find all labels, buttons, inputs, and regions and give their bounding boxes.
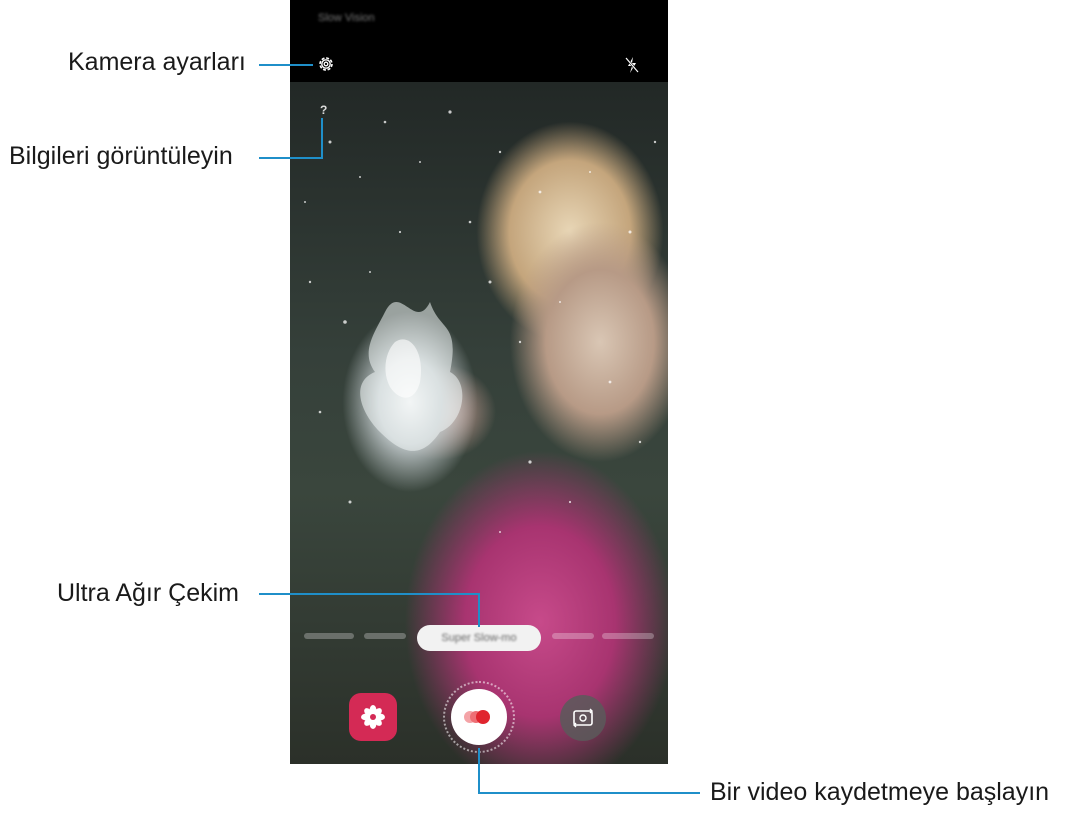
mode-option-right[interactable] [552,633,594,639]
info-question-icon[interactable]: ? [320,103,327,117]
callout-line-settings [259,64,313,66]
flash-off-icon[interactable] [624,56,640,74]
callout-info-label: Bilgileri görüntüleyin [9,142,233,170]
callout-mode-label: Ultra Ağır Çekim [57,579,239,607]
water-splash-decoration [304,110,657,533]
gear-icon[interactable] [317,55,335,73]
mode-option-right-2[interactable] [602,633,654,639]
record-icon[interactable] [451,689,507,745]
callout-line-info-h [259,157,323,159]
callout-record-label: Bir video kaydetmeye başlayın [710,778,1050,806]
callout-line-mode-h [259,593,480,595]
callout-line-record-v [478,748,480,794]
mode-option-left-2[interactable] [364,633,406,639]
callout-settings-label: Kamera ayarları [68,48,246,76]
camera-top-bar: Slow Vision [290,0,668,82]
callout-line-record-h [478,792,700,794]
callout-line-info-v [321,118,323,159]
mode-option-left[interactable] [304,633,354,639]
mode-selector-label: Super Slow-mo [441,632,517,644]
callout-line-mode-v [478,593,480,627]
mode-title: Slow Vision [318,12,375,24]
mode-selector-selected[interactable]: Super Slow-mo [417,625,541,651]
camera-screen: Slow Vision ? Super Slow-mo [290,0,668,764]
switch-camera-icon[interactable] [560,695,606,741]
flower-icon[interactable] [349,693,397,741]
